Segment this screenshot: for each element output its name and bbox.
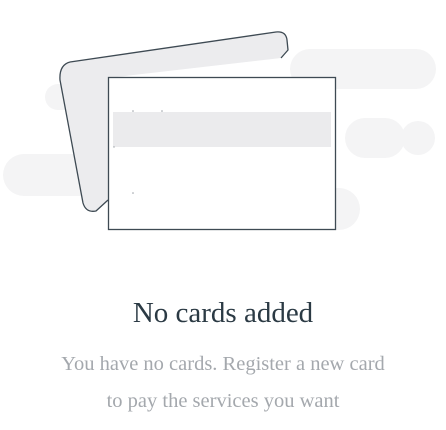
empty-state-screen: No cards added You have no cards. Regist… <box>0 0 446 430</box>
empty-state-title: No cards added <box>132 297 314 329</box>
empty-cards-illustration <box>3 31 436 231</box>
front-card-icon <box>107 76 337 231</box>
empty-state-description-line2: to pay the services you want <box>106 390 340 412</box>
empty-state-description-line1: You have no cards. Register a new card <box>61 353 385 375</box>
